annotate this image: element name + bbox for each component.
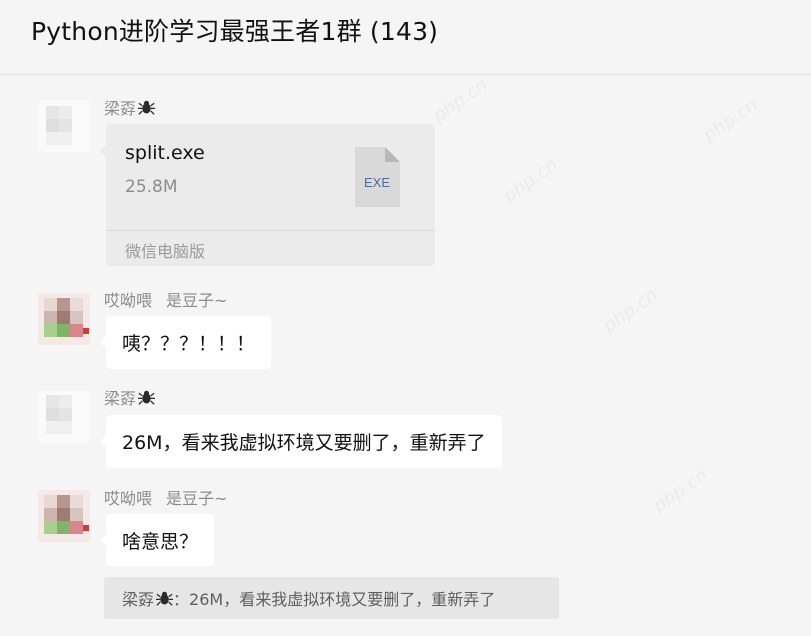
divider [106,230,435,231]
chat-title[interactable]: Python进阶学习最强王者1群 (143) [31,12,438,48]
avatar[interactable] [38,100,90,152]
sender-nickname: 梁孬 [104,389,137,408]
avatar[interactable] [38,391,90,443]
message-bubble[interactable]: 26M，看来我虚拟环境又要删了，重新弄了 [100,415,502,468]
exe-file-icon: EXE [355,147,400,207]
avatar[interactable] [38,293,90,345]
sender-nickname: 哎呦喂 [104,291,153,310]
file-message-card[interactable]: split.exe 25.8M EXE 微信电脑版 [100,124,435,266]
sender-nickname: 梁孬 [104,99,137,118]
avatar[interactable] [38,490,90,542]
spider-icon [156,591,174,606]
quote-sender: 梁孬 [122,590,155,609]
message-bubble[interactable]: 咦？？？！！！ [99,316,272,369]
file-name: split.exe [125,142,205,164]
sender-nickname: 哎呦喂 [104,489,153,508]
spider-icon [138,100,156,115]
sender-name: 梁孬 [104,95,156,119]
sender-name: 哎呦喂 是豆子~ [104,287,227,311]
sender-group-nickname: 是豆子~ [166,291,228,310]
sender-name: 梁孬 [104,385,156,409]
sender-group-nickname: 是豆子~ [166,489,228,508]
message-list[interactable]: 梁孬 split.exe 25.8M EXE 微信电脑版 哎呦喂 是豆子~ 咦？？… [0,75,811,636]
file-size: 25.8M [125,177,178,197]
sender-name: 哎呦喂 是豆子~ [104,485,227,509]
spider-icon [138,390,156,405]
file-type-label: EXE [364,175,390,190]
message-bubble[interactable]: 啥意思？ [99,514,215,566]
file-source: 微信电脑版 [125,242,206,261]
quote-separator: ： [173,590,190,609]
quoted-message[interactable]: 梁孬 ： 26M，看来我虚拟环境又要删了，重新弄了 [104,577,559,619]
chat-header: Python进阶学习最强王者1群 (143) [0,0,811,75]
quote-text: 26M，看来我虚拟环境又要删了，重新弄了 [189,590,496,609]
